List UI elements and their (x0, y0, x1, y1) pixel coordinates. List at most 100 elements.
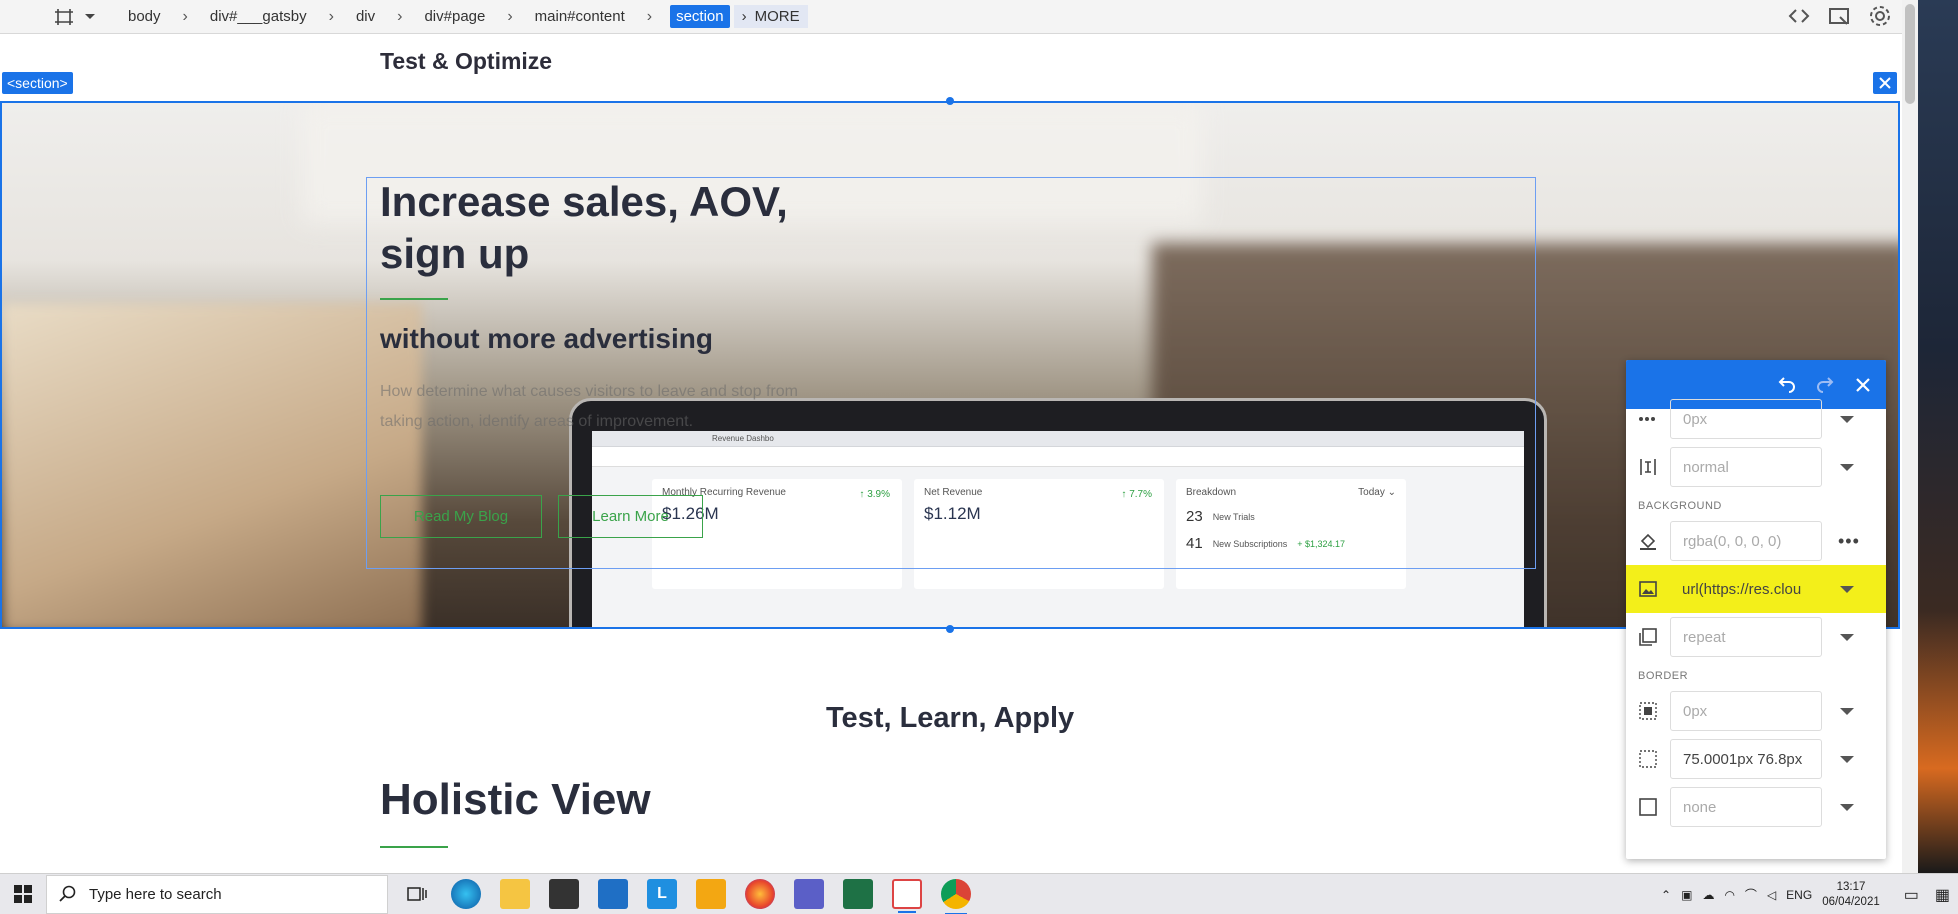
page-title: Test & Optimize (380, 48, 553, 74)
border-style-input[interactable]: none (1670, 787, 1822, 827)
chevron-down-icon[interactable] (1840, 707, 1854, 715)
code-icon[interactable] (1788, 5, 1810, 27)
spacing-input[interactable]: 0px (1670, 399, 1822, 439)
paint-bucket-icon (1638, 531, 1668, 551)
section-heading: Holistic View (380, 775, 651, 824)
style-panel: 0px normal BACKGROUND rgba(0, 0, 0, 0) •… (1626, 360, 1886, 859)
crumb-main-content[interactable]: main#content (531, 6, 629, 27)
chevron-down-icon[interactable] (1840, 633, 1854, 641)
chevron-right-icon: › (182, 7, 188, 25)
preview-icon[interactable] (1828, 5, 1850, 27)
redo-icon[interactable] (1816, 376, 1834, 394)
scrollbar-thumb[interactable] (1905, 4, 1915, 104)
wifi-icon[interactable]: ⌒ (1745, 886, 1757, 903)
image-repeat-icon (1638, 627, 1668, 647)
background-blur (2, 303, 422, 627)
notification-icon[interactable]: ▭ (1904, 885, 1919, 905)
meet-now-icon[interactable]: ▣ (1681, 888, 1692, 902)
close-icon[interactable] (1873, 72, 1897, 94)
font-stretch-input[interactable]: normal (1670, 447, 1822, 487)
background-repeat-input[interactable]: repeat (1670, 617, 1822, 657)
firefox-icon[interactable] (745, 879, 775, 909)
crumb-page[interactable]: div#page (420, 6, 489, 27)
close-icon[interactable] (1854, 376, 1872, 394)
vertical-scrollbar[interactable] (1902, 0, 1918, 873)
chevron-right-icon: › (507, 7, 513, 25)
pinned-apps: L (402, 879, 971, 914)
border-label: BORDER (1638, 670, 1689, 682)
search-icon (59, 885, 76, 902)
resize-handle[interactable] (946, 97, 954, 105)
excel-icon[interactable] (843, 879, 873, 909)
hero-paragraph: How determine what causes visitors to le… (380, 383, 798, 430)
section-subtitle: Test, Learn, Apply (826, 702, 1075, 734)
frame-icon (55, 8, 73, 25)
store-icon[interactable] (549, 879, 579, 909)
toolbar-actions (1788, 4, 1892, 28)
crumb-body[interactable]: body (124, 6, 165, 27)
border-width-icon (1638, 701, 1668, 721)
divider (380, 298, 448, 300)
desktop-icon[interactable]: ▦ (1935, 885, 1950, 905)
background-color-input[interactable]: rgba(0, 0, 0, 0) (1670, 521, 1822, 561)
element-toolbar: body › div#___gatsby › div › div#page › … (0, 0, 1902, 34)
crumb-gatsby[interactable]: div#___gatsby (206, 6, 311, 27)
gear-icon[interactable] (1868, 4, 1892, 28)
background-label: BACKGROUND (1638, 500, 1722, 512)
border-radius-icon (1638, 749, 1668, 769)
border-style-icon (1638, 797, 1668, 817)
resize-handle[interactable] (946, 625, 954, 633)
more-button[interactable]: › MORE (733, 5, 808, 28)
chevron-right-icon: › (741, 8, 747, 25)
chevron-down-icon[interactable] (1840, 755, 1854, 763)
hero-heading-line: Increase sales, AOV, (380, 178, 788, 225)
border-width-input[interactable]: 0px (1670, 691, 1822, 731)
l-app-icon[interactable]: L (647, 879, 677, 909)
windows-start-icon[interactable] (0, 874, 46, 914)
more-label: MORE (754, 8, 800, 25)
sticky-app-icon[interactable] (696, 879, 726, 909)
hero-subheading: without more advertising (380, 323, 713, 354)
section-tag[interactable]: <section> (2, 72, 73, 94)
learn-more-button[interactable]: Learn More (558, 495, 703, 538)
caret-down-icon (85, 13, 95, 19)
task-view-icon[interactable] (402, 879, 432, 909)
chevron-down-icon[interactable] (1840, 415, 1854, 423)
onedrive-icon[interactable]: ☁ (1702, 888, 1714, 902)
chevron-up-icon[interactable]: ⌃ (1661, 888, 1671, 902)
file-explorer-icon[interactable] (500, 879, 530, 909)
teams-icon[interactable] (794, 879, 824, 909)
language-indicator[interactable]: ENG (1786, 888, 1812, 902)
network-icon[interactable]: ◠ (1724, 888, 1734, 902)
divider (380, 846, 448, 848)
border-radius-input[interactable]: 75.0001px 76.8px (1670, 739, 1822, 779)
chevron-right-icon: › (328, 7, 334, 25)
chevron-right-icon: › (397, 7, 403, 25)
undo-icon[interactable] (1778, 376, 1796, 394)
hero-heading: Increase sales, AOV, sign up (380, 176, 840, 280)
font-stretch-icon (1638, 457, 1668, 477)
more-icon[interactable]: ••• (1838, 531, 1860, 552)
snipping-tool-icon[interactable] (892, 879, 922, 913)
chevron-right-icon: › (646, 7, 653, 25)
chrome-icon[interactable] (941, 879, 971, 914)
desktop-wallpaper (1918, 0, 1958, 873)
background-image-input[interactable]: url(https://res.clou (1670, 569, 1822, 609)
crumb-section[interactable]: section (670, 5, 730, 28)
breadcrumb: body › div#___gatsby › div › div#page › … (124, 5, 808, 28)
system-tray: ⌃ ▣ ☁ ◠ ⌒ ◁ ENG 13:17 06/04/2021 ▭ ▦ (1661, 874, 1958, 914)
chevron-down-icon[interactable] (1840, 803, 1854, 811)
taskbar: Type here to search L ⌃ ▣ ☁ ◠ ⌒ ◁ ENG 13… (0, 873, 1958, 914)
mail-icon[interactable] (598, 879, 628, 909)
read-blog-button[interactable]: Read My Blog (380, 495, 542, 538)
ellipsis-icon (1638, 416, 1668, 422)
taskbar-search[interactable]: Type here to search (46, 874, 388, 914)
select-tool[interactable] (54, 8, 114, 26)
volume-icon[interactable]: ◁ (1767, 888, 1776, 902)
edge-icon[interactable] (451, 879, 481, 909)
clock-time: 13:17 (1836, 880, 1866, 893)
chevron-down-icon[interactable] (1840, 585, 1854, 593)
clock[interactable]: 13:17 06/04/2021 (1822, 880, 1880, 910)
crumb-div[interactable]: div (352, 6, 379, 27)
chevron-down-icon[interactable] (1840, 463, 1854, 471)
